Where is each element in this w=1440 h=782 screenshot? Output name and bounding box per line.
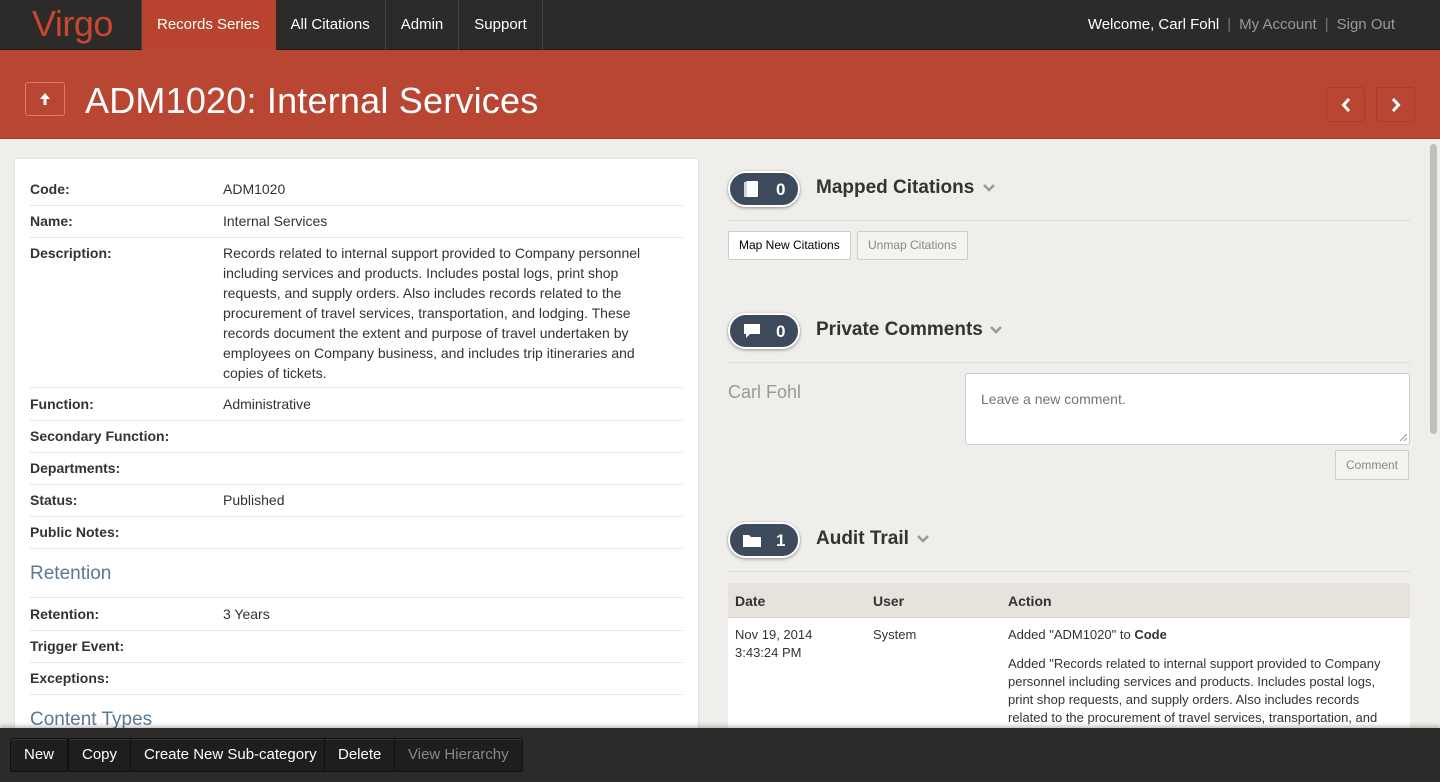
field-label: Status: xyxy=(30,492,78,508)
field-label: Code: xyxy=(30,181,70,197)
welcome-text: Welcome, Carl Fohl xyxy=(1087,16,1220,33)
tab-admin[interactable]: Admin xyxy=(386,0,460,50)
page-title: ADM1020: Internal Services xyxy=(85,80,539,121)
chevron-left-icon xyxy=(1340,97,1350,112)
arrow-up-icon xyxy=(40,93,50,105)
new-button[interactable]: New xyxy=(10,738,69,772)
audit-trail-table: Date User Action Nov 19, 2014 3:43:24 PM… xyxy=(728,583,1410,728)
field-label: Function: xyxy=(30,396,94,412)
divider: | xyxy=(1227,16,1232,33)
mapped-citations-header: 0 Mapped Citations xyxy=(728,171,1410,221)
record-details-panel: Code: ADM1020 Name: Internal Services De… xyxy=(15,159,698,759)
column-header-date: Date xyxy=(735,593,766,609)
field-label: Trigger Event: xyxy=(30,638,125,654)
top-navbar: Virgo Records Series All Citations Admin… xyxy=(0,0,1440,50)
field-value: Published xyxy=(223,492,285,508)
my-account-link[interactable]: My Account xyxy=(1239,16,1317,33)
citations-count-badge: 0 xyxy=(728,171,800,207)
book-icon xyxy=(744,181,758,197)
field-label: Retention: xyxy=(30,606,100,622)
audit-trail-header: 1 Audit Trail xyxy=(728,522,1410,572)
divider: | xyxy=(1324,16,1329,33)
field-value: Records related to internal support prov… xyxy=(223,245,641,381)
parent-up-button[interactable] xyxy=(25,82,65,116)
column-header-action: Action xyxy=(1008,593,1052,609)
comment-input[interactable] xyxy=(965,373,1410,445)
retention-heading: Retention xyxy=(30,563,112,584)
create-sub-category-button[interactable]: Create New Sub-category xyxy=(130,738,331,772)
next-record-button[interactable] xyxy=(1376,87,1415,122)
page-scrollbar[interactable] xyxy=(1427,139,1440,729)
field-value: Administrative xyxy=(223,396,311,412)
field-status: Status: Published xyxy=(30,492,683,517)
field-value: 3 Years xyxy=(223,606,270,622)
section-title: Audit Trail xyxy=(816,528,909,549)
chevron-right-icon xyxy=(1391,97,1401,112)
previous-record-button[interactable] xyxy=(1326,87,1365,122)
delete-button[interactable]: Delete xyxy=(324,738,396,772)
column-header-user: User xyxy=(873,593,905,609)
field-secondary-function: Secondary Function: xyxy=(30,428,683,453)
field-label: Name: xyxy=(30,213,73,229)
chevron-down-icon[interactable] xyxy=(917,534,929,544)
copy-button[interactable]: Copy xyxy=(68,738,132,772)
main-nav-tabs: Records Series All Citations Admin Suppo… xyxy=(142,0,543,50)
row-action: Added "ADM1020" to Code xyxy=(1008,626,1167,644)
field-label: Secondary Function: xyxy=(30,428,170,444)
map-new-citations-button[interactable]: Map New Citations xyxy=(728,231,851,260)
row-action-detail: Added "Records related to internal suppo… xyxy=(1008,656,1381,725)
folder-icon xyxy=(743,535,761,547)
field-value: ADM1020 xyxy=(223,181,286,197)
field-public-notes: Public Notes: xyxy=(30,524,683,549)
action-field: Code xyxy=(1134,627,1167,642)
field-label: Description: xyxy=(30,245,112,261)
brand-logo[interactable]: Virgo xyxy=(0,0,142,50)
field-function: Function: Administrative xyxy=(30,396,683,421)
field-code: Code: ADM1020 xyxy=(30,181,683,206)
field-retention: Retention: 3 Years xyxy=(30,606,683,631)
chevron-down-icon[interactable] xyxy=(983,183,995,193)
tab-support[interactable]: Support xyxy=(459,0,543,50)
resize-grip-icon[interactable] xyxy=(1398,432,1408,442)
field-label: Departments: xyxy=(30,460,121,476)
commenter-name: Carl Fohl xyxy=(728,382,802,402)
field-trigger-event: Trigger Event: xyxy=(30,638,683,663)
comment-icon xyxy=(744,324,760,338)
count-value: 0 xyxy=(776,322,786,341)
field-departments: Departments: xyxy=(30,460,683,485)
divider xyxy=(30,590,683,598)
count-value: 0 xyxy=(776,180,786,199)
audit-count-badge: 1 xyxy=(728,522,800,558)
user-menu: Welcome, Carl Fohl | My Account | Sign Out xyxy=(1088,0,1395,50)
title-bar: ADM1020: Internal Services xyxy=(0,50,1440,139)
row-user: System xyxy=(873,627,917,642)
field-name: Name: Internal Services xyxy=(30,213,683,238)
field-description: Description: Records related to internal… xyxy=(30,245,683,388)
private-comments-header: 0 Private Comments xyxy=(728,313,1410,363)
scrollbar-thumb[interactable] xyxy=(1430,144,1437,434)
bottom-toolbar: New Copy Create New Sub-category Delete … xyxy=(0,728,1440,782)
field-exceptions: Exceptions: xyxy=(30,670,683,695)
section-title: Mapped Citations xyxy=(816,177,975,198)
action-text: Added "ADM1020" to xyxy=(1008,627,1135,642)
tab-records-series[interactable]: Records Series xyxy=(142,0,276,50)
row-date: Nov 19, 2014 xyxy=(735,627,813,642)
field-label: Exceptions: xyxy=(30,670,110,686)
view-hierarchy-button[interactable]: View Hierarchy xyxy=(394,738,523,772)
field-value: Internal Services xyxy=(223,213,328,229)
count-value: 1 xyxy=(776,531,786,550)
section-title: Private Comments xyxy=(816,319,983,340)
tab-all-citations[interactable]: All Citations xyxy=(276,0,386,50)
chevron-down-icon[interactable] xyxy=(990,325,1002,335)
row-time: 3:43:24 PM xyxy=(735,645,802,660)
comment-button[interactable]: Comment xyxy=(1335,450,1410,480)
comments-count-badge: 0 xyxy=(728,313,800,349)
unmap-citations-button[interactable]: Unmap Citations xyxy=(857,231,968,260)
sign-out-link[interactable]: Sign Out xyxy=(1337,16,1395,33)
field-label: Public Notes: xyxy=(30,524,120,540)
table-header: Date User Action xyxy=(728,583,1410,618)
